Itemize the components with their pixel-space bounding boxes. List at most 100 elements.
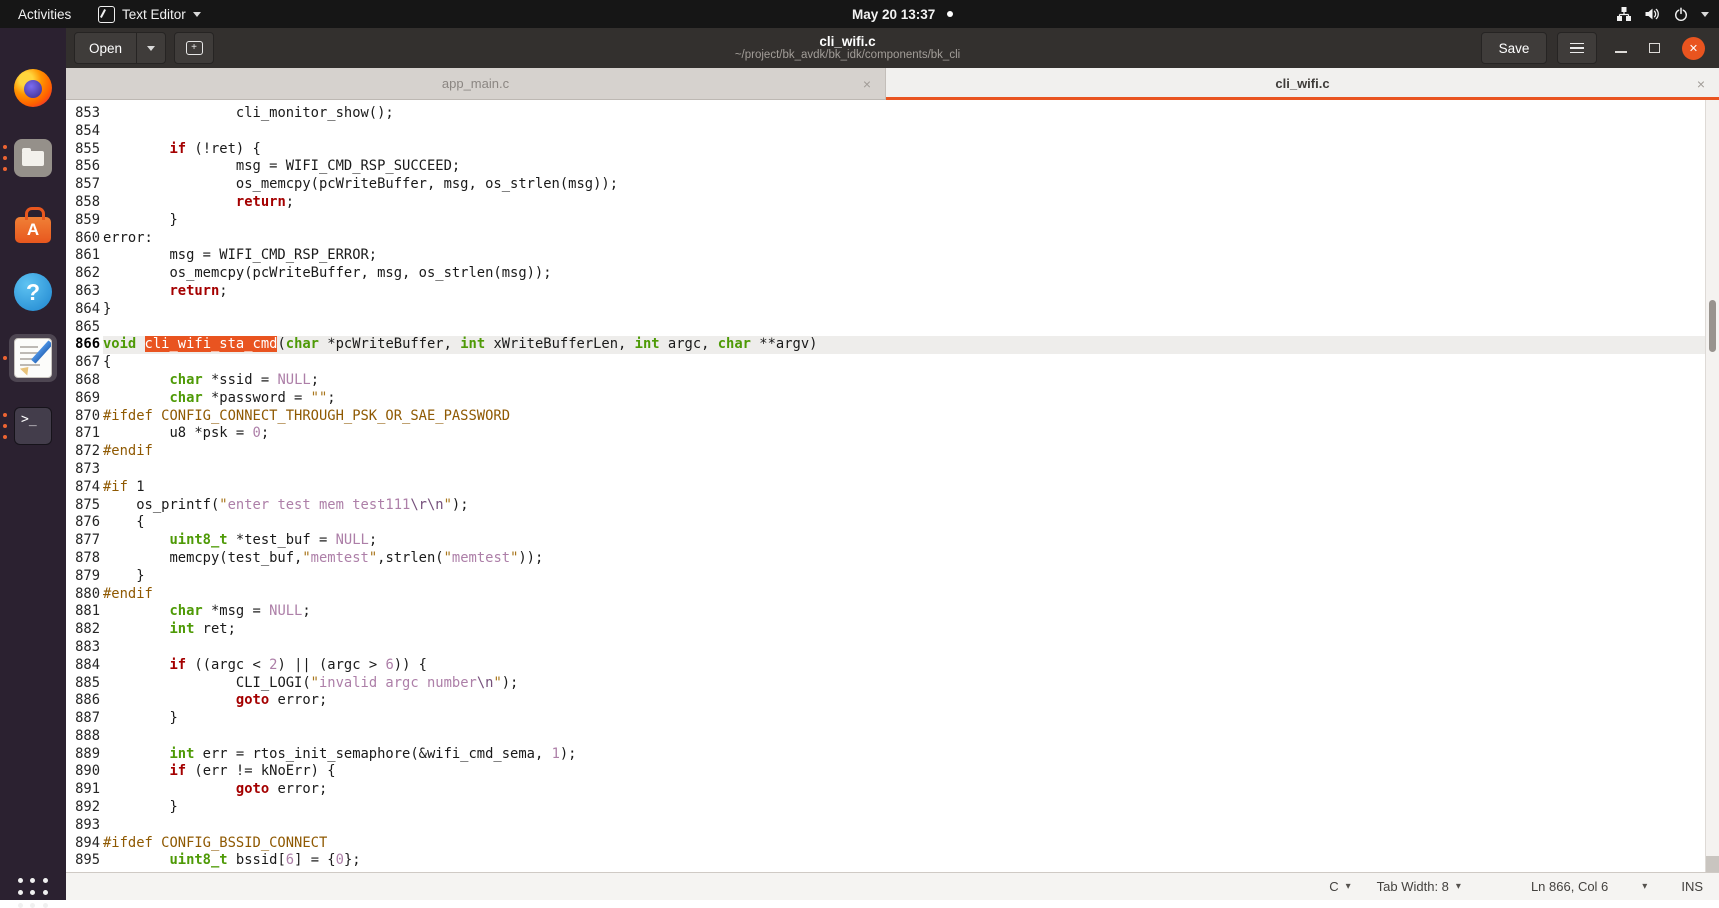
- code-line[interactable]: 895 uint8_t bssid[6] = {0};: [66, 852, 1705, 870]
- code-text: [103, 319, 1705, 337]
- close-button[interactable]: ✕: [1682, 37, 1705, 60]
- code-text: #if 1: [103, 479, 1705, 497]
- power-icon: [1673, 6, 1689, 22]
- code-line[interactable]: 862 os_memcpy(pcWriteBuffer, msg, os_str…: [66, 265, 1705, 283]
- code-line[interactable]: 865: [66, 319, 1705, 337]
- code-text: [103, 817, 1705, 835]
- code-line[interactable]: 866void cli_wifi_sta_cmd(char *pcWriteBu…: [66, 336, 1705, 354]
- code-text: }: [103, 799, 1705, 817]
- code-text: return;: [103, 283, 1705, 301]
- code-line[interactable]: 881 char *msg = NULL;: [66, 603, 1705, 621]
- tab-width-selector[interactable]: Tab Width: 8 ▾: [1377, 879, 1461, 894]
- code-line[interactable]: 857 os_memcpy(pcWriteBuffer, msg, os_str…: [66, 176, 1705, 194]
- code-line[interactable]: 874#if 1: [66, 479, 1705, 497]
- goto-line-dropdown[interactable]: ▾: [1642, 881, 1647, 892]
- code-line[interactable]: 859 }: [66, 212, 1705, 230]
- line-number: 883: [66, 639, 103, 657]
- code-line[interactable]: 894#ifdef CONFIG_BSSID_CONNECT: [66, 835, 1705, 853]
- dock-item-ubuntu-software[interactable]: A: [9, 200, 57, 248]
- tab-close-icon[interactable]: ×: [863, 76, 871, 92]
- code-line[interactable]: 890 if (err != kNoErr) {: [66, 763, 1705, 781]
- new-tab-button[interactable]: +: [174, 32, 214, 64]
- firefox-icon: [14, 69, 52, 107]
- code-line[interactable]: 884 if ((argc < 2) || (argc > 6)) {: [66, 657, 1705, 675]
- line-number: 871: [66, 425, 103, 443]
- scrollbar-thumb[interactable]: [1709, 300, 1716, 352]
- new-tab-icon: +: [186, 41, 203, 55]
- code-line[interactable]: 861 msg = WIFI_CMD_RSP_ERROR;: [66, 247, 1705, 265]
- code-line[interactable]: 876 {: [66, 514, 1705, 532]
- code-line[interactable]: 869 char *password = "";: [66, 390, 1705, 408]
- code-line[interactable]: 873: [66, 461, 1705, 479]
- clock-menu[interactable]: May 20 13:37: [852, 0, 953, 28]
- vertical-scrollbar[interactable]: [1705, 100, 1719, 872]
- window-title: cli_wifi.c: [214, 34, 1481, 50]
- line-number: 866: [66, 336, 103, 354]
- code-line[interactable]: 879 }: [66, 568, 1705, 586]
- code-text: [103, 639, 1705, 657]
- code-line[interactable]: 880#endif: [66, 586, 1705, 604]
- text-editor-icon: [14, 338, 52, 378]
- code-line[interactable]: 860error:: [66, 230, 1705, 248]
- restore-button[interactable]: [1649, 43, 1660, 53]
- code-line[interactable]: 854: [66, 123, 1705, 141]
- code-line[interactable]: 877 uint8_t *test_buf = NULL;: [66, 532, 1705, 550]
- chevron-down-icon: [1701, 12, 1709, 17]
- line-number: 886: [66, 692, 103, 710]
- line-number: 881: [66, 603, 103, 621]
- code-text: int ret;: [103, 621, 1705, 639]
- code-line[interactable]: 863 return;: [66, 283, 1705, 301]
- tab-app-main[interactable]: app_main.c ×: [66, 68, 886, 99]
- network-wired-icon: [1616, 6, 1632, 22]
- code-line[interactable]: 889 int err = rtos_init_semaphore(&wifi_…: [66, 746, 1705, 764]
- window-subtitle-path: ~/project/bk_avdk/bk_idk/components/bk_c…: [214, 49, 1481, 62]
- activities-button[interactable]: Activities: [14, 0, 75, 28]
- code-line[interactable]: 853 cli_monitor_show();: [66, 105, 1705, 123]
- code-line[interactable]: 868 char *ssid = NULL;: [66, 372, 1705, 390]
- code-text: u8 *psk = 0;: [103, 425, 1705, 443]
- text-editor-view[interactable]: 853 cli_monitor_show();854855 if (!ret) …: [66, 100, 1719, 872]
- code-line[interactable]: 893: [66, 817, 1705, 835]
- code-text: #endif: [103, 443, 1705, 461]
- dock-item-text-editor[interactable]: [9, 334, 57, 382]
- dock-item-firefox[interactable]: [9, 64, 57, 112]
- minimize-button[interactable]: [1615, 51, 1627, 53]
- code-line[interactable]: 891 goto error;: [66, 781, 1705, 799]
- open-button[interactable]: Open: [75, 33, 136, 63]
- dock-item-files[interactable]: [9, 134, 57, 182]
- tab-close-icon[interactable]: ×: [1697, 76, 1705, 92]
- code-line[interactable]: 856 msg = WIFI_CMD_RSP_SUCCEED;: [66, 158, 1705, 176]
- code-line[interactable]: 867{: [66, 354, 1705, 372]
- code-line[interactable]: 858 return;: [66, 194, 1705, 212]
- insert-mode-label: INS: [1681, 879, 1703, 894]
- line-number: 891: [66, 781, 103, 799]
- code-line[interactable]: 887 }: [66, 710, 1705, 728]
- code-line[interactable]: 855 if (!ret) {: [66, 141, 1705, 159]
- code-line[interactable]: 883: [66, 639, 1705, 657]
- code-line[interactable]: 872#endif: [66, 443, 1705, 461]
- code-line[interactable]: 871 u8 *psk = 0;: [66, 425, 1705, 443]
- line-number: 892: [66, 799, 103, 817]
- activities-label: Activities: [18, 7, 71, 22]
- line-number: 857: [66, 176, 103, 194]
- language-selector[interactable]: C ▾: [1329, 879, 1350, 894]
- open-dropdown-button[interactable]: [137, 33, 165, 63]
- system-status-area[interactable]: [1616, 0, 1709, 28]
- code-line[interactable]: 878 memcpy(test_buf,"memtest",strlen("me…: [66, 550, 1705, 568]
- code-line[interactable]: 875 os_printf("enter test mem test111\r\…: [66, 497, 1705, 515]
- dock-item-terminal[interactable]: >_: [9, 402, 57, 450]
- cursor-position[interactable]: Ln 866, Col 6: [1531, 879, 1608, 894]
- tab-cli-wifi[interactable]: cli_wifi.c ×: [886, 68, 1719, 99]
- code-line[interactable]: 892 }: [66, 799, 1705, 817]
- app-menu[interactable]: Text Editor: [98, 0, 201, 28]
- show-applications-button[interactable]: [18, 878, 48, 908]
- save-button[interactable]: Save: [1481, 32, 1547, 64]
- hamburger-menu-button[interactable]: [1557, 32, 1597, 64]
- code-line[interactable]: 886 goto error;: [66, 692, 1705, 710]
- dock-item-help[interactable]: ?: [9, 268, 57, 316]
- code-line[interactable]: 870#ifdef CONFIG_CONNECT_THROUGH_PSK_OR_…: [66, 408, 1705, 426]
- code-line[interactable]: 882 int ret;: [66, 621, 1705, 639]
- code-line[interactable]: 888: [66, 728, 1705, 746]
- code-line[interactable]: 885 CLI_LOGI("invalid argc number\n");: [66, 675, 1705, 693]
- code-line[interactable]: 864}: [66, 301, 1705, 319]
